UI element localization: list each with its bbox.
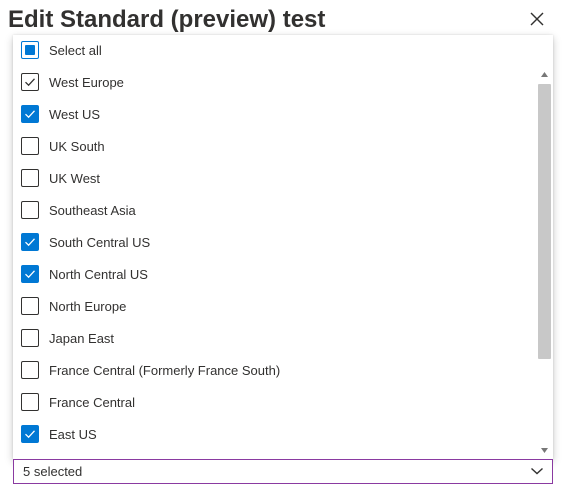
scroll-up-icon[interactable] <box>540 70 549 79</box>
region-option[interactable]: South Central US <box>13 227 533 259</box>
list-scrollbar[interactable] <box>536 68 553 459</box>
edit-panel: Edit Standard (preview) test Select all … <box>0 0 564 500</box>
region-option[interactable]: North Central US <box>13 259 533 291</box>
region-option-label: France Central (Formerly France South) <box>49 363 281 378</box>
dropdown-selected-value: 5 selected <box>23 464 83 479</box>
checkmark-icon <box>25 78 35 87</box>
close-icon <box>530 12 544 26</box>
region-option-label: North Europe <box>49 299 127 314</box>
region-option[interactable]: France Central <box>13 387 533 419</box>
scroll-thumb[interactable] <box>538 84 551 359</box>
region-option-label: UK South <box>49 139 105 154</box>
region-option-checkbox[interactable] <box>21 329 39 347</box>
region-option-checkbox[interactable] <box>21 297 39 315</box>
panel-title: Edit Standard (preview) test <box>8 6 326 33</box>
region-option-checkbox[interactable] <box>21 233 39 251</box>
region-option-checkbox[interactable] <box>21 425 39 443</box>
region-option[interactable]: West US <box>13 99 533 131</box>
region-option-checkbox[interactable] <box>21 361 39 379</box>
region-option[interactable]: UK West <box>13 163 533 195</box>
region-option-checkbox[interactable] <box>21 105 39 123</box>
region-option-label: West Europe <box>49 75 124 90</box>
region-option-label: Southeast Asia <box>49 203 136 218</box>
region-option-checkbox[interactable] <box>21 265 39 283</box>
checkmark-icon <box>25 270 35 279</box>
scroll-down-icon[interactable] <box>540 446 549 455</box>
region-option-checkbox[interactable] <box>21 73 39 91</box>
region-option[interactable]: Japan East <box>13 323 533 355</box>
close-button[interactable] <box>524 6 550 32</box>
region-dropdown[interactable]: 5 selected <box>13 459 553 484</box>
region-dropdown-list: Select all West Europe West US UK South UK … <box>13 35 553 459</box>
region-option-label: Japan East <box>49 331 115 346</box>
region-option-checkbox[interactable] <box>21 393 39 411</box>
region-option[interactable]: Southeast Asia <box>13 195 533 227</box>
checkmark-icon <box>25 238 35 247</box>
region-option[interactable]: North Europe <box>13 291 533 323</box>
region-option-label: France Central <box>49 395 135 410</box>
region-option[interactable]: East US <box>13 419 533 451</box>
checkmark-icon <box>25 110 35 119</box>
region-option-label: UK West <box>49 171 101 186</box>
select-all-option[interactable]: Select all <box>13 35 553 67</box>
region-option-checkbox[interactable] <box>21 169 39 187</box>
region-option-label: North Central US <box>49 267 148 282</box>
region-option-label: East US <box>49 427 97 442</box>
region-option-label: West US <box>49 107 101 122</box>
select-all-label: Select all <box>49 43 102 58</box>
chevron-down-icon[interactable] <box>530 466 544 476</box>
region-option-label: South Central US <box>49 235 151 250</box>
region-option-checkbox[interactable] <box>21 137 39 155</box>
region-option-checkbox[interactable] <box>21 201 39 219</box>
checkmark-icon <box>25 430 35 439</box>
region-option[interactable]: France Central (Formerly France South) <box>13 355 533 387</box>
region-option[interactable]: West Europe <box>13 67 533 99</box>
region-option[interactable]: UK South <box>13 131 533 163</box>
select-all-checkbox[interactable] <box>21 41 39 59</box>
